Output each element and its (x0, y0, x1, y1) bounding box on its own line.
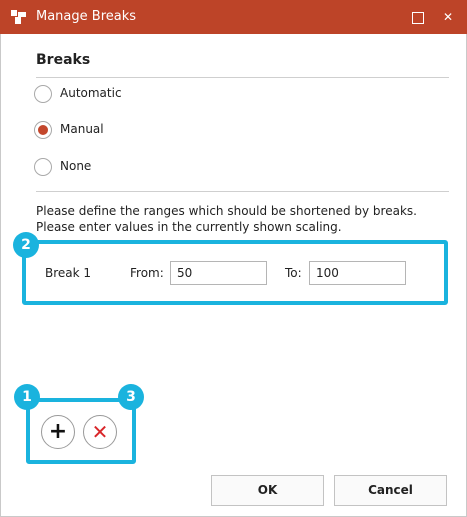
breaks-group-title: Breaks (36, 52, 91, 68)
radio-manual-label: Manual (60, 122, 104, 136)
remove-break-button[interactable]: ✕ (83, 415, 117, 449)
description-line-2: Please enter values in the currently sho… (36, 220, 342, 234)
to-input[interactable] (309, 261, 406, 285)
close-icon: ✕ (442, 10, 454, 24)
maximize-icon (412, 11, 424, 24)
break-name-label: Break 1 (45, 266, 92, 280)
callout-badge-2: 2 (13, 232, 39, 258)
title-bar: Manage Breaks ✕ (0, 0, 467, 34)
add-break-button[interactable]: + (41, 415, 75, 449)
radio-none-circle[interactable] (34, 158, 52, 176)
radio-automatic-label: Automatic (60, 86, 122, 100)
ok-button[interactable]: OK (211, 475, 324, 506)
divider-middle (36, 191, 449, 192)
from-label: From: (130, 266, 164, 280)
radio-manual-circle[interactable] (34, 121, 52, 139)
cancel-button[interactable]: Cancel (334, 475, 447, 506)
divider-top (36, 77, 449, 78)
callout-badge-3: 3 (118, 384, 144, 410)
window-title: Manage Breaks (36, 9, 137, 24)
to-label: To: (285, 266, 302, 280)
description-line-1: Please define the ranges which should be… (36, 204, 417, 218)
window-border-left (0, 34, 1, 517)
radio-none-label: None (60, 159, 92, 173)
close-button[interactable]: ✕ (431, 0, 465, 34)
remove-icon: ✕ (91, 420, 109, 444)
radio-selected-dot (38, 125, 48, 135)
plus-icon: + (48, 419, 68, 444)
radio-automatic-circle[interactable] (34, 85, 52, 103)
maximize-button[interactable] (401, 0, 435, 34)
callout-badge-1: 1 (14, 384, 40, 410)
from-input[interactable] (170, 261, 267, 285)
app-logo-icon (11, 10, 26, 24)
